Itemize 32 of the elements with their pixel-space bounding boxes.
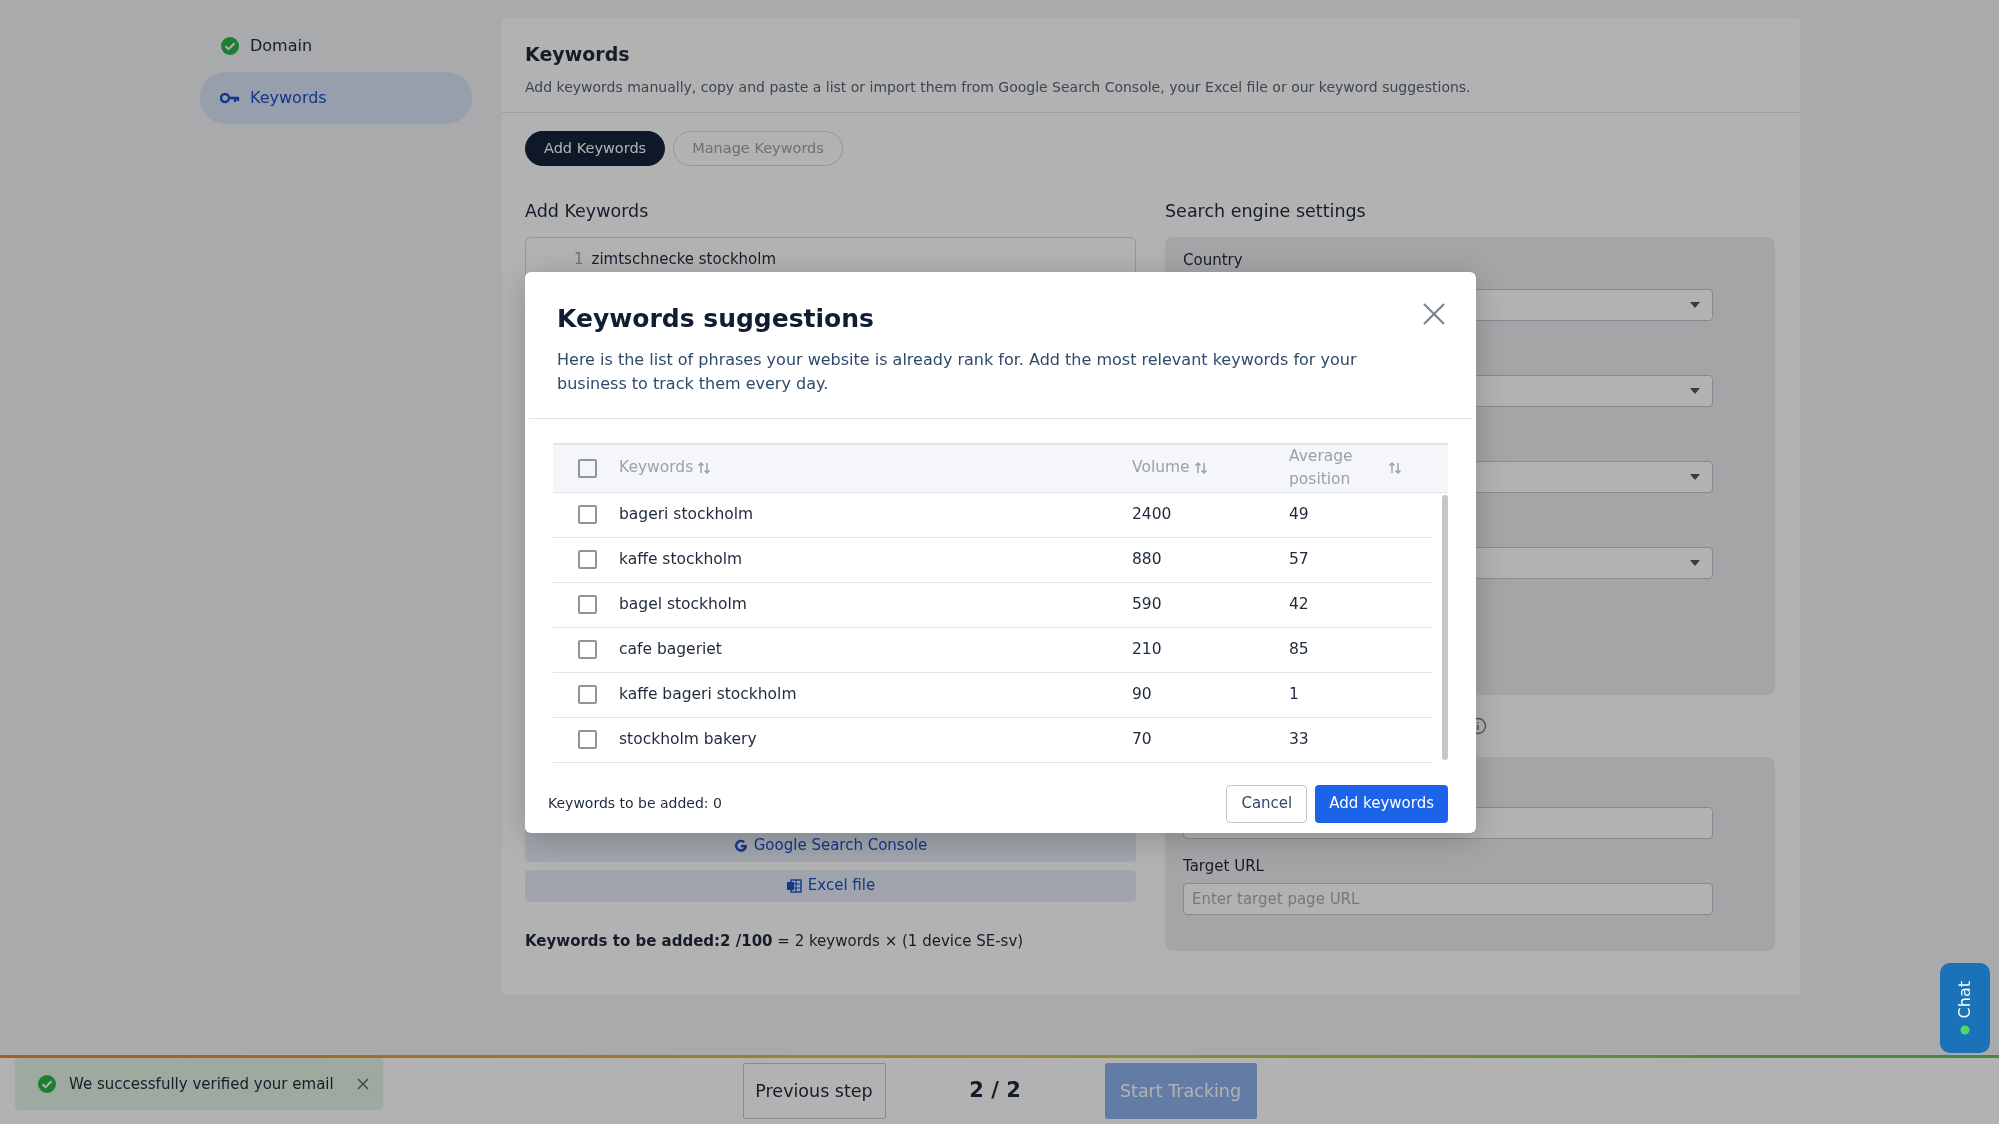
keyword-line: zimtschnecke stockholm xyxy=(591,248,777,270)
table-cell-text: 85 xyxy=(1289,638,1310,660)
table-cell-text: bagel stockholm xyxy=(619,593,748,615)
table-cell-text: 49 xyxy=(1289,503,1310,525)
modal-description: Here is the list of phrases your website is already rank for. Add the most relevant keywords for your business to track them every day. xyxy=(557,348,1358,395)
section-heading: Add Keywords xyxy=(525,200,650,224)
modal-title: Keywords suggestions xyxy=(557,303,874,335)
section-heading: Search engine settings xyxy=(1165,200,1367,224)
table-cell-text: 33 xyxy=(1289,728,1310,750)
table-cell-text: 90 xyxy=(1132,683,1153,705)
toast-message: We successfully verified your email xyxy=(69,1073,334,1095)
table-cell-text: stockholm bakery xyxy=(619,728,758,750)
table-cell-text: 2400 xyxy=(1132,503,1173,525)
table-cell-text: cafe bageriet xyxy=(619,638,723,660)
line-number: 1 xyxy=(574,248,584,270)
table-cell-text: 1 xyxy=(1289,683,1300,705)
table-cell-text: kaffe bageri stockholm xyxy=(619,683,798,705)
table-cell-text: 57 xyxy=(1289,548,1310,570)
table-cell-text: 42 xyxy=(1289,593,1310,615)
panel-title: Keywords xyxy=(525,42,631,67)
step-counter: 2 / 2 xyxy=(968,1077,1022,1105)
keywords-count-text: Keywords to be added:2 /100 = 2 keywords × (1 device SE-sv) xyxy=(525,930,1025,952)
field-label: Target URL xyxy=(1183,855,1265,875)
keywords-count-text: Keywords to be added: 0 xyxy=(548,794,722,813)
table-cell-text: 880 xyxy=(1132,548,1163,570)
table-cell-text: 210 xyxy=(1132,638,1163,660)
field-label: Country xyxy=(1183,250,1244,271)
table-cell-text: 590 xyxy=(1132,593,1163,615)
table-cell-text: bageri stockholm xyxy=(619,503,755,525)
table-cell-text: 70 xyxy=(1132,728,1153,750)
panel-description: Add keywords manually, copy and paste a list or import them from Google Search Console, your Excel file or our keyword suggestions. xyxy=(525,77,1472,97)
table-cell-text: kaffe stockholm xyxy=(619,548,744,570)
